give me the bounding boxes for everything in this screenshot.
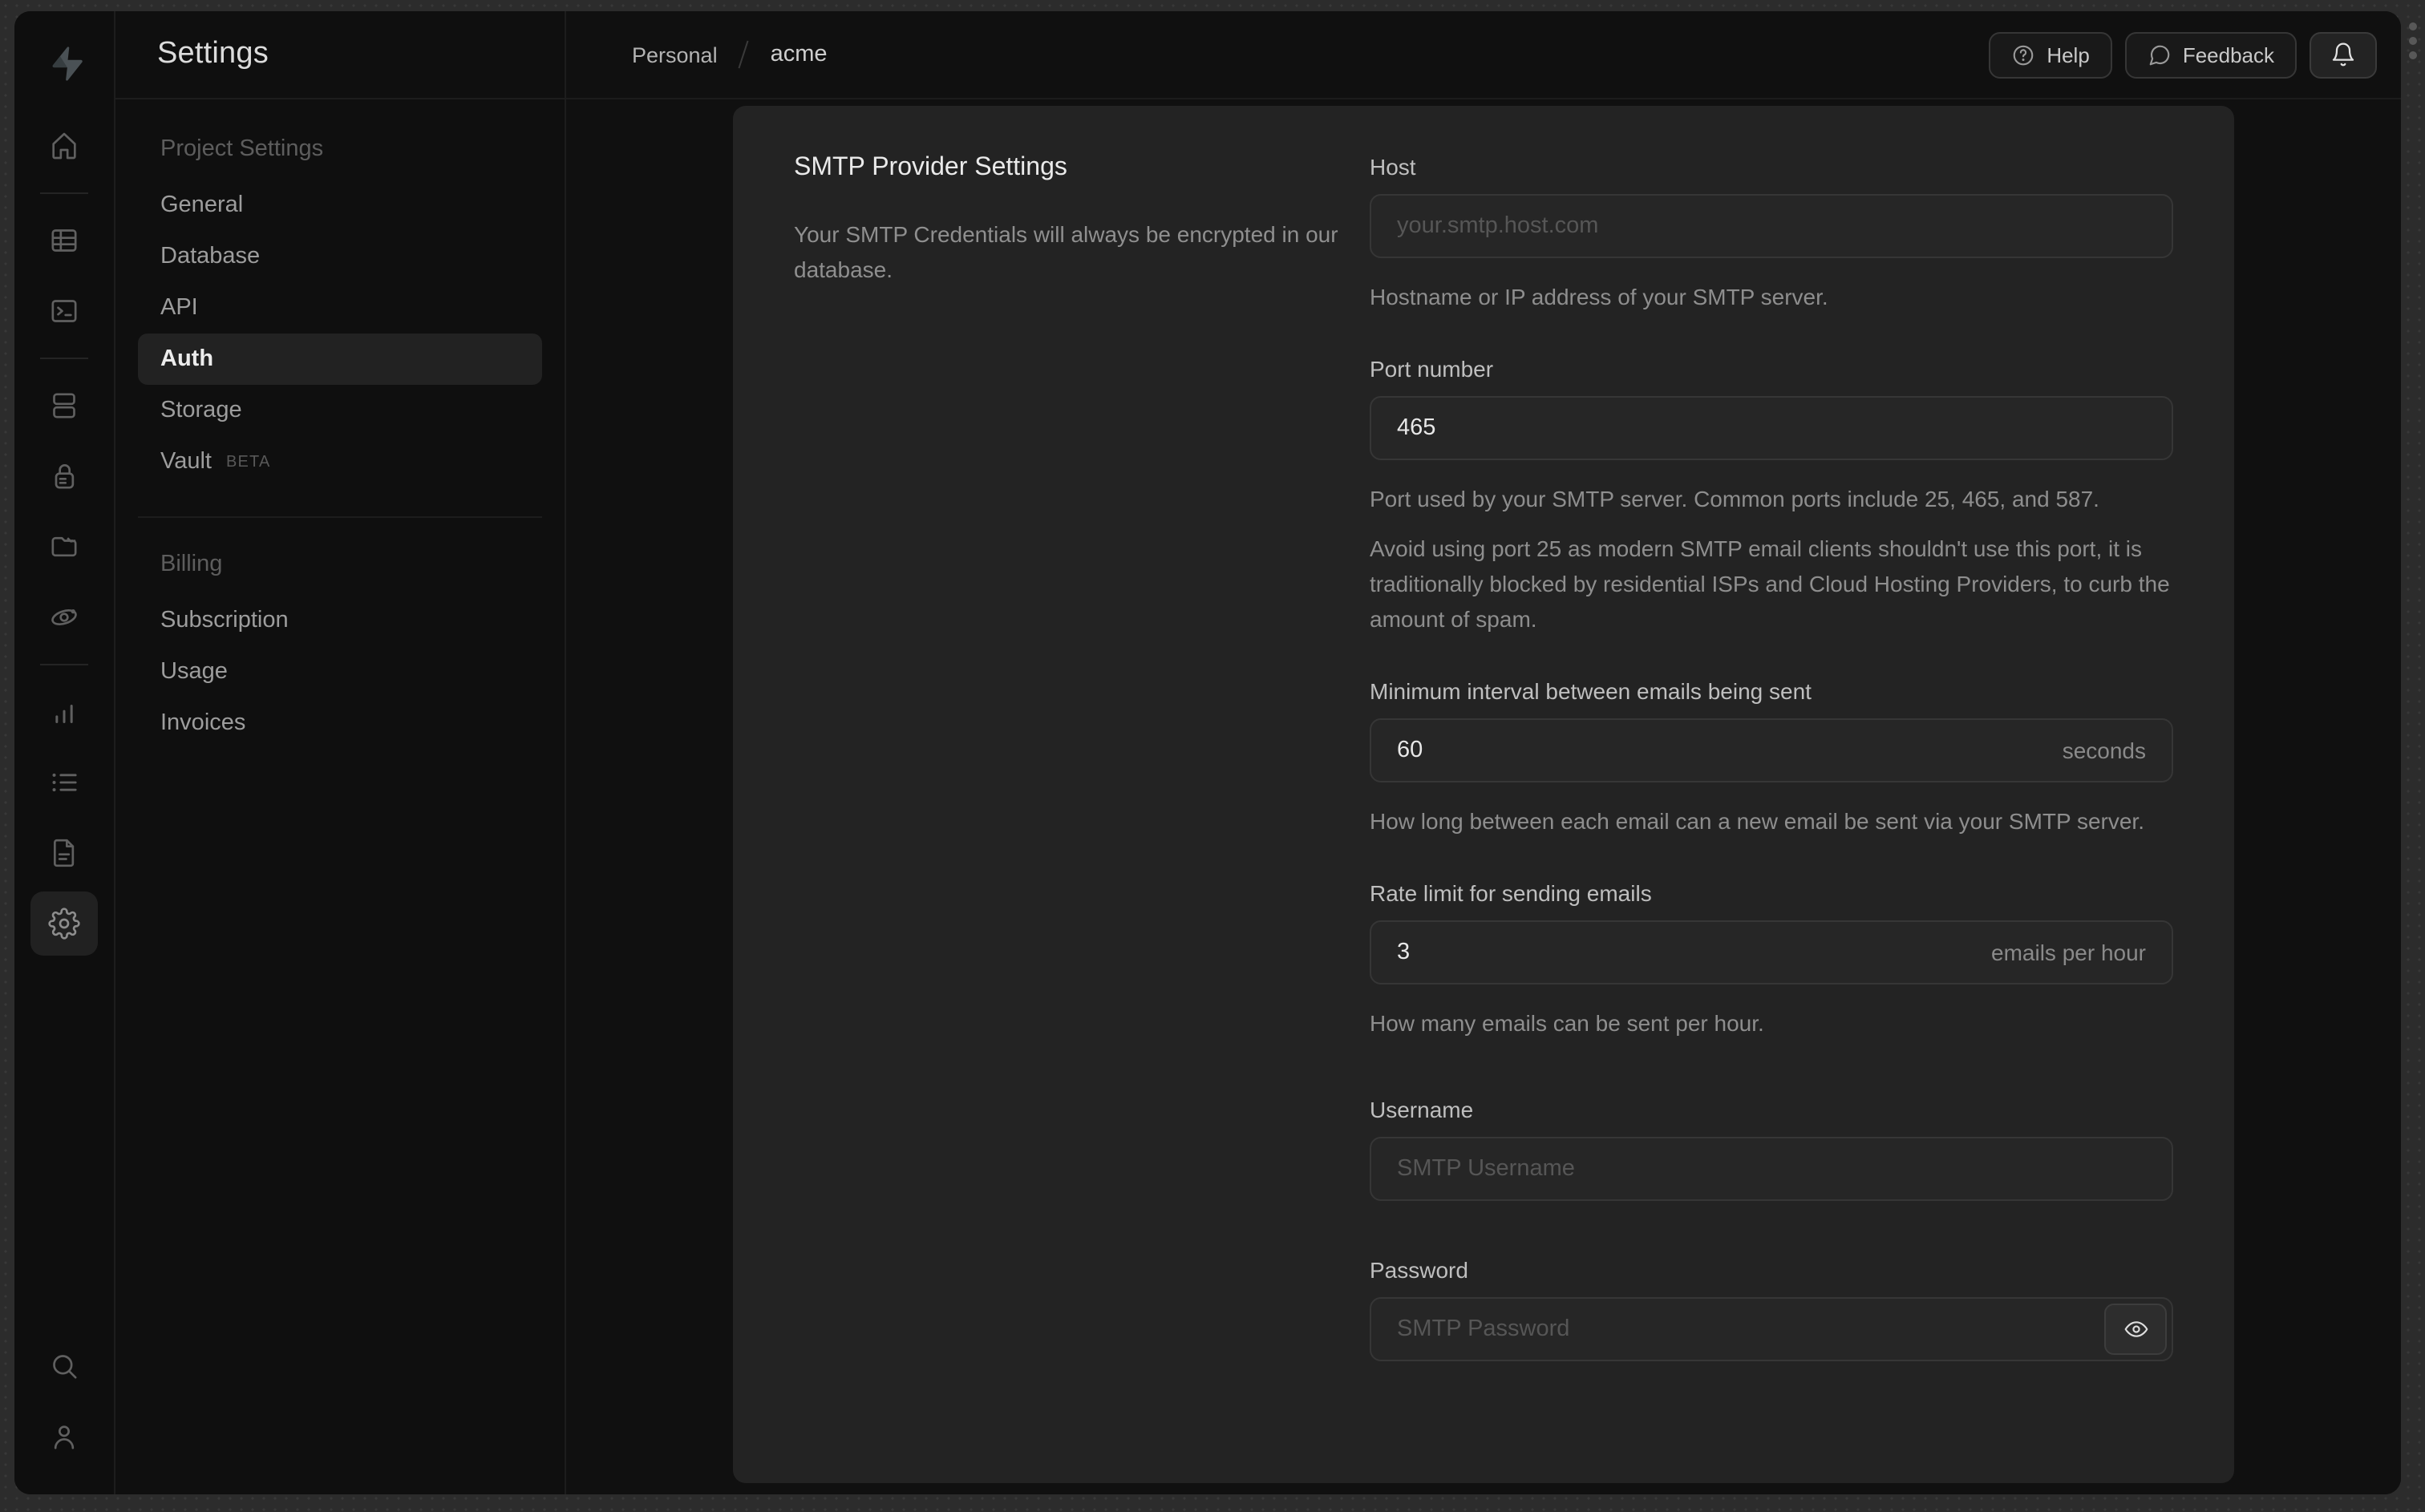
rail-divider	[40, 664, 88, 665]
port-input[interactable]	[1370, 396, 2173, 460]
settings-gear-icon[interactable]	[30, 891, 98, 956]
storage-icon[interactable]	[30, 515, 98, 579]
username-label: Username	[1370, 1097, 1474, 1122]
desktop-frame: Settings Project Settings General Databa…	[0, 0, 2425, 1512]
sidebar-item-auth[interactable]: Auth	[138, 334, 542, 385]
user-icon[interactable]	[30, 1405, 98, 1469]
password-field-group: Password	[1370, 1257, 2173, 1361]
interval-helper: How long between each email can a new em…	[1370, 808, 2144, 834]
notifications-button[interactable]	[2310, 31, 2377, 78]
host-field-group: Host Hostname or IP address of your SMTP…	[1370, 154, 2173, 314]
rate-limit-label: Rate limit for sending emails	[1370, 880, 1652, 906]
sidebar-item-general[interactable]: General	[138, 180, 542, 231]
sidebar-item-invoices[interactable]: Invoices	[138, 697, 542, 749]
breadcrumb-separator	[739, 40, 750, 69]
rate-limit-field-group: Rate limit for sending emails emails per…	[1370, 880, 2173, 1041]
sidebar-item-api[interactable]: API	[138, 282, 542, 334]
section-heading-project-settings: Project Settings	[160, 136, 324, 162]
username-field-group: Username	[1370, 1097, 2173, 1201]
port-helper-1: Port used by your SMTP server. Common po…	[1370, 486, 2099, 511]
edge-functions-icon[interactable]	[30, 585, 98, 649]
host-input[interactable]	[1370, 194, 2173, 258]
interval-field-group: Minimum interval between emails being se…	[1370, 678, 2173, 839]
auth-lock-icon[interactable]	[30, 444, 98, 508]
breadcrumb-org[interactable]: Personal	[632, 42, 718, 67]
port-helper-2: Avoid using port 25 as modern SMTP email…	[1370, 536, 2170, 632]
window-scrollbar[interactable]	[2409, 22, 2417, 59]
top-bar: Personal acme Help Feedback	[566, 11, 2401, 99]
docs-icon[interactable]	[30, 821, 98, 885]
port-field-group: Port number Port used by your SMTP serve…	[1370, 356, 2173, 637]
content-scroll-area: SMTP Provider Settings Your SMTP Credent…	[566, 99, 2401, 1494]
sidebar-item-storage[interactable]: Storage	[138, 385, 542, 436]
host-label: Host	[1370, 154, 1416, 180]
sidebar-item-usage[interactable]: Usage	[138, 646, 542, 697]
host-helper: Hostname or IP address of your SMTP serv…	[1370, 284, 1828, 309]
section-heading-billing: Billing	[160, 552, 223, 577]
sidebar-item-subscription[interactable]: Subscription	[138, 595, 542, 646]
app-window: Settings Project Settings General Databa…	[14, 11, 2401, 1494]
card-title: SMTP Provider Settings	[794, 154, 1067, 181]
logs-icon[interactable]	[30, 750, 98, 815]
main-area: Personal acme Help Feedback SMTP Provide…	[566, 11, 2401, 1494]
reveal-password-button[interactable]	[2104, 1304, 2167, 1355]
supabase-logo-icon[interactable]	[32, 30, 96, 95]
settings-sidebar: Settings Project Settings General Databa…	[115, 11, 566, 1494]
breadcrumb-project[interactable]: acme	[771, 42, 828, 67]
page-title: Settings	[157, 37, 269, 71]
breadcrumb: Personal acme	[632, 40, 828, 69]
eye-icon	[2123, 1321, 2148, 1337]
feedback-button[interactable]: Feedback	[2124, 31, 2297, 78]
search-icon[interactable]	[30, 1334, 98, 1398]
help-button[interactable]: Help	[1989, 31, 2112, 78]
sql-editor-icon[interactable]	[30, 279, 98, 343]
database-icon[interactable]	[30, 374, 98, 438]
help-circle-icon	[2014, 44, 2034, 65]
beta-badge: BETA	[225, 453, 271, 471]
rate-limit-helper: How many emails can be sent per hour.	[1370, 1010, 1764, 1036]
bell-icon	[2332, 42, 2354, 67]
rate-limit-input[interactable]	[1370, 920, 2173, 984]
rail-divider	[40, 192, 88, 194]
interval-input[interactable]	[1370, 718, 2173, 782]
home-icon[interactable]	[30, 114, 98, 178]
password-label: Password	[1370, 1257, 1468, 1283]
sidebar-divider	[138, 516, 542, 518]
table-editor-icon[interactable]	[30, 208, 98, 273]
icon-rail	[14, 11, 115, 1494]
speech-bubble-icon	[2149, 44, 2170, 65]
password-input[interactable]	[1370, 1297, 2173, 1361]
sidebar-header: Settings	[115, 11, 565, 99]
port-label: Port number	[1370, 356, 1494, 382]
rail-divider	[40, 358, 88, 359]
card-description: Your SMTP Credentials will always be enc…	[794, 221, 1338, 282]
smtp-form: Host Hostname or IP address of your SMTP…	[1370, 154, 2173, 1435]
sidebar-item-database[interactable]: Database	[138, 231, 542, 282]
smtp-settings-card: SMTP Provider Settings Your SMTP Credent…	[733, 106, 2234, 1483]
interval-label: Minimum interval between emails being se…	[1370, 678, 1812, 704]
username-input[interactable]	[1370, 1137, 2173, 1201]
sidebar-item-vault[interactable]: Vault BETA	[138, 436, 542, 487]
reports-icon[interactable]	[30, 680, 98, 744]
